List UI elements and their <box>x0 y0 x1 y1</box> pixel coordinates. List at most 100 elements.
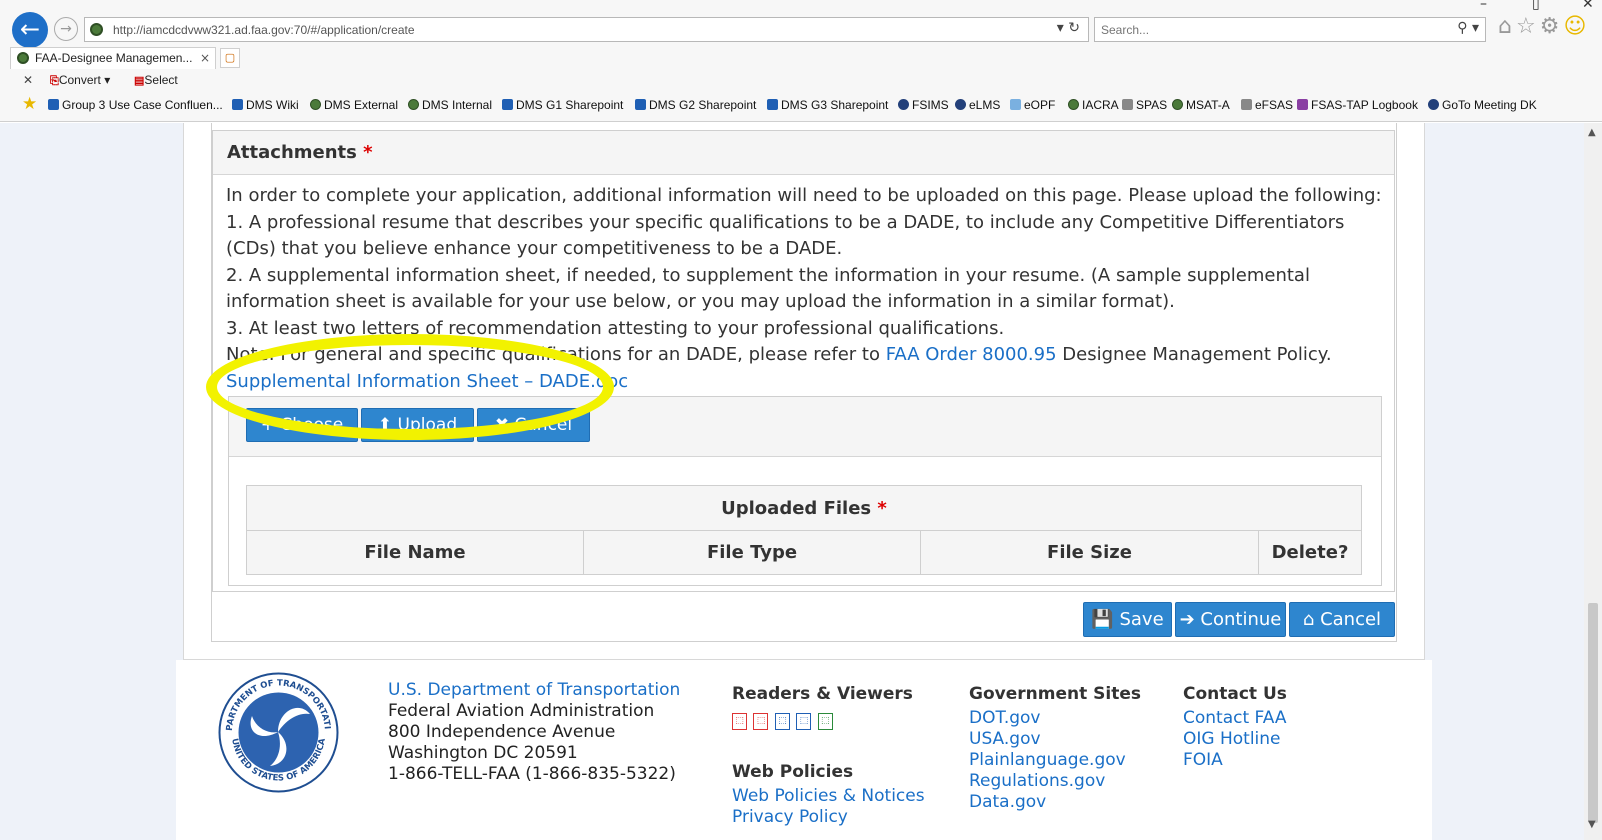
sharepoint-icon <box>635 99 646 110</box>
gov-site-link[interactable]: Data.gov <box>969 792 1046 812</box>
privacy-policy-link[interactable]: Privacy Policy <box>732 807 848 827</box>
back-button[interactable]: ← <box>12 12 48 48</box>
close-window-icon[interactable]: ✕ <box>1582 0 1594 12</box>
close-toolbar-icon[interactable]: ✕ <box>23 70 33 90</box>
gear-icon[interactable]: ⚙ <box>1540 14 1564 39</box>
goto-meeting-icon <box>1428 99 1439 110</box>
fsims-icon <box>898 99 909 110</box>
dropdown-icon[interactable]: ▾ <box>1472 20 1479 36</box>
favorite-link[interactable]: DMS G3 Sharepoint <box>767 95 888 115</box>
foia-link[interactable]: FOIA <box>1183 750 1223 770</box>
address-controls[interactable]: ▾ ↻ <box>1057 20 1080 36</box>
instructions-item-1: 1. A professional resume that describes … <box>226 211 1345 260</box>
favorite-link[interactable]: DMS Wiki <box>232 95 299 115</box>
scroll-thumb[interactable] <box>1588 603 1598 823</box>
column-header-file-name[interactable]: File Name <box>247 531 584 574</box>
faa-order-link[interactable]: FAA Order 8000.95 <box>886 344 1057 365</box>
powerpoint-icon[interactable]: ⬚ <box>753 713 769 730</box>
search-controls[interactable]: ⚲ ▾ <box>1457 20 1479 36</box>
uploaded-files-table: Uploaded Files * File Name File Type Fil… <box>246 485 1362 575</box>
oig-hotline-link[interactable]: OIG Hotline <box>1183 729 1281 749</box>
favorite-link[interactable]: DMS Internal <box>408 95 492 115</box>
favorite-link[interactable]: FSIMS <box>898 95 949 115</box>
favorite-link[interactable]: Group 3 Use Case Confluen... <box>48 95 223 115</box>
required-marker: * <box>363 142 373 163</box>
instructions-intro: In order to complete your application, a… <box>226 185 1382 206</box>
contact-faa-link[interactable]: Contact FAA <box>1183 708 1287 728</box>
web-policies-link[interactable]: Web Policies & Notices <box>732 786 925 806</box>
favorites-bar: ★ Group 3 Use Case Confluen... DMS Wiki … <box>0 94 1602 117</box>
gov-site-link[interactable]: Regulations.gov <box>969 771 1105 791</box>
globe-icon <box>1068 99 1079 110</box>
choose-button[interactable]: + Choose <box>246 408 358 442</box>
info-doc-icon[interactable]: ⬚ <box>774 713 790 730</box>
smiley-icon[interactable]: ☺ <box>1563 14 1590 39</box>
convert-button[interactable]: ⎘Convert ▾ <box>50 70 110 91</box>
address-url[interactable]: http://iamcdcdvww321.ad.faa.gov:70/#/app… <box>113 23 415 37</box>
vertical-scrollbar[interactable]: ▲ ▼ <box>1584 123 1602 840</box>
favorite-link[interactable]: FSAS-TAP Logbook <box>1297 95 1418 115</box>
required-marker: * <box>877 498 887 519</box>
new-tab-button[interactable]: ▢ <box>220 48 240 68</box>
favorite-link[interactable]: eLMS <box>955 95 1000 115</box>
column-header-file-type[interactable]: File Type <box>584 531 921 574</box>
refresh-icon[interactable]: ↻ <box>1068 20 1080 36</box>
save-button[interactable]: 💾 Save <box>1083 602 1172 637</box>
continue-button[interactable]: ➔ Continue <box>1175 602 1286 637</box>
upload-button[interactable]: ⬆ Upload <box>361 408 474 442</box>
scroll-down-icon[interactable]: ▼ <box>1588 819 1596 830</box>
tab-favicon-icon <box>17 52 29 64</box>
favorite-link[interactable]: eFSAS <box>1241 95 1293 115</box>
favorite-link[interactable]: DMS External <box>310 95 398 115</box>
column-header-delete[interactable]: Delete? <box>1259 531 1361 574</box>
favorites-star-icon[interactable]: ★ <box>22 94 37 114</box>
globe-icon <box>408 99 419 110</box>
dot-seal-logo: DEPARTMENT OF TRANSPORTATION UNITED STAT… <box>218 672 339 793</box>
sharepoint-icon <box>502 99 513 110</box>
select-button[interactable]: ▤Select <box>134 70 178 91</box>
instructions-item-3: 3. At least two letters of recommendatio… <box>226 317 1005 339</box>
minimize-icon[interactable]: – <box>1480 0 1487 12</box>
favorite-link[interactable]: MSAT-A <box>1172 95 1230 115</box>
gov-sites-heading: Government Sites <box>969 684 1141 704</box>
tab-close-icon[interactable]: × <box>200 48 210 68</box>
address-bar[interactable]: http://iamcdcdvww321.ad.faa.gov:70/#/app… <box>84 17 1089 42</box>
dropdown-icon[interactable]: ▾ <box>1057 20 1064 36</box>
gov-site-link[interactable]: DOT.gov <box>969 708 1041 728</box>
cancel-button[interactable]: ⌂ Cancel <box>1289 602 1395 637</box>
favorite-link[interactable]: DMS G1 Sharepoint <box>502 95 623 115</box>
page-icon <box>1122 99 1133 110</box>
cancel-upload-button[interactable]: ✖ Cancel <box>477 408 590 442</box>
favorite-link[interactable]: eOPF <box>1010 95 1055 115</box>
column-header-file-size[interactable]: File Size <box>921 531 1259 574</box>
confluence-icon <box>48 99 59 110</box>
favorite-link[interactable]: GoTo Meeting DK <box>1428 95 1537 115</box>
instructions: In order to complete your application, a… <box>226 183 1391 395</box>
chevron-down-icon: ▾ <box>104 73 111 87</box>
favorite-link[interactable]: SPAS <box>1122 95 1167 115</box>
dot-link[interactable]: U.S. Department of Transportation <box>388 680 680 700</box>
supplemental-sheet-link[interactable]: Supplemental Information Sheet – DADE.do… <box>226 371 628 392</box>
excel-icon[interactable]: ⬚ <box>817 713 833 730</box>
gov-site-link[interactable]: Plainlanguage.gov <box>969 750 1126 770</box>
readers-heading: Readers & Viewers <box>732 684 913 704</box>
restore-icon[interactable]: ▯ <box>1532 0 1540 12</box>
search-bar[interactable]: ⚲ ▾ <box>1094 17 1486 42</box>
eopf-star-icon <box>1010 99 1021 110</box>
gov-site-link[interactable]: USA.gov <box>969 729 1041 749</box>
fsas-icon <box>1297 99 1308 110</box>
forward-button[interactable]: → <box>54 17 78 41</box>
word-icon[interactable]: ⬚ <box>796 713 812 730</box>
panel-header: Attachments * <box>213 131 1394 175</box>
star-icon[interactable]: ☆ <box>1516 14 1540 39</box>
favorite-link[interactable]: DMS G2 Sharepoint <box>635 95 756 115</box>
browser-tab[interactable]: FAA-Designee Managemen... × <box>10 47 216 69</box>
scroll-up-icon[interactable]: ▲ <box>1588 127 1596 138</box>
browser-chrome: ← → http://iamcdcdvww321.ad.faa.gov:70/#… <box>0 0 1602 122</box>
search-icon[interactable]: ⚲ <box>1457 20 1467 36</box>
pdf-reader-icon[interactable]: ⬚ <box>732 713 747 730</box>
favorite-link[interactable]: IACRA <box>1068 95 1119 115</box>
search-input[interactable] <box>1095 18 1435 41</box>
note-text: Note: For general and specific qualifica… <box>226 344 880 365</box>
home-icon[interactable]: ⌂ <box>1498 14 1516 39</box>
